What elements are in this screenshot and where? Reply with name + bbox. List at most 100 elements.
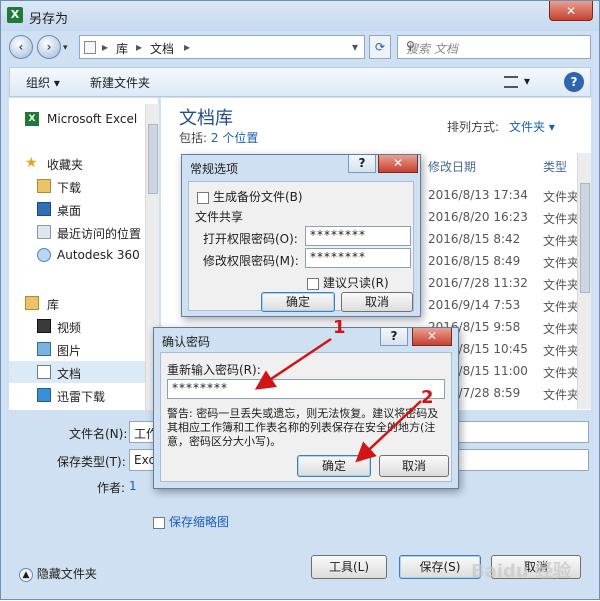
thumbnail-option[interactable]: 保存缩略图 <box>153 513 229 530</box>
confirm-cancel-button[interactable]: 取消 <box>379 455 449 477</box>
nav-item-label: 最近访问的位置 <box>57 227 142 241</box>
reenter-password-label: 重新输入密码(R): <box>167 363 261 377</box>
nav-item-library[interactable]: 库 <box>9 292 149 314</box>
star-icon: ★ <box>25 155 38 171</box>
nav-item-label: 收藏夹 <box>47 158 84 172</box>
confirm-ok-button[interactable]: 确定 <box>297 455 371 477</box>
modify-password-label: 修改权限密码(M): <box>203 254 299 268</box>
includes-locations-link[interactable]: 2 个位置 <box>211 131 258 145</box>
row-date[interactable]: 2016/8/15 8:49 <box>428 254 520 268</box>
desktop-icon <box>37 202 51 216</box>
tools-button[interactable]: 工具(L) <box>311 555 387 579</box>
file-list-scroll-thumb[interactable] <box>580 183 590 293</box>
filetype-value: Exc <box>134 453 156 467</box>
row-date[interactable]: 2016/9/14 7:53 <box>428 298 520 312</box>
column-header-date[interactable]: 修改日期 <box>428 158 476 175</box>
cloud-icon <box>37 248 51 262</box>
command-toolbar: 组织 ▾ 新建文件夹 ▾ ? <box>9 67 591 97</box>
nav-item-documents[interactable]: 文档 <box>9 361 149 383</box>
window-close-button[interactable]: ✕ <box>549 1 593 21</box>
nav-item-videos[interactable]: 视频 <box>9 315 149 337</box>
dialog-body: 重新输入密码(R): ******** 警告: 密码一旦丢失或遗忘，则无法恢复。… <box>160 352 452 482</box>
sort-label: 排列方式: <box>447 120 500 134</box>
library-title: 文档库 <box>179 108 233 129</box>
dialog-close-button[interactable]: ✕ <box>412 328 452 346</box>
dialog-body: 生成备份文件(B) 文件共享 打开权限密码(O): ******** 修改权限密… <box>188 181 414 312</box>
backup-checkbox[interactable] <box>197 191 209 204</box>
nav-item-thunder[interactable]: 迅雷下载 <box>9 384 149 406</box>
search-input[interactable]: 搜索 文档 ⚲ <box>397 35 591 59</box>
document-icon <box>37 365 51 379</box>
dialog-title: 常规选项 <box>190 162 239 176</box>
row-date[interactable]: 2016/8/15 8:42 <box>428 232 520 246</box>
address-dropdown-icon[interactable]: ▾ <box>352 40 358 54</box>
row-type: 文件夹 <box>543 344 580 358</box>
nav-item-label: 视频 <box>57 321 82 335</box>
nav-item-excel[interactable]: X Microsoft Excel <box>9 108 149 130</box>
nav-item-desktop[interactable]: 桌面 <box>9 198 149 220</box>
confirm-password-field[interactable]: ******** <box>167 379 445 399</box>
recent-pages-dropdown[interactable]: ▾ <box>63 43 68 53</box>
nav-item-favorites[interactable]: ★ 收藏夹 <box>9 152 149 174</box>
help-icon[interactable]: ? <box>564 72 584 92</box>
dialog-help-button[interactable]: ? <box>380 328 408 346</box>
general-ok-button[interactable]: 确定 <box>261 292 335 312</box>
nav-item-pictures[interactable]: 图片 <box>9 338 149 360</box>
breadcrumb-library[interactable]: 库 <box>116 40 128 57</box>
modify-password-field[interactable]: ******** <box>305 248 411 268</box>
column-header-type[interactable]: 类型 <box>543 158 567 175</box>
thunder-icon <box>37 388 51 402</box>
backup-option[interactable]: 生成备份文件(B) <box>197 188 303 205</box>
folder-icon <box>84 41 96 54</box>
breadcrumb-documents[interactable]: 文档 <box>150 40 174 57</box>
open-password-label: 打开权限密码(O): <box>203 232 298 246</box>
breadcrumb-sep-icon: ▸ <box>184 40 191 54</box>
general-cancel-button[interactable]: 取消 <box>341 292 413 312</box>
readonly-checkbox[interactable] <box>307 277 319 290</box>
save-as-window: X 另存为 ✕ ‹ › ▾ ▸ 库 ▸ 文档 ▸ ▾ ⟳ 搜索 文档 ⚲ 组织 … <box>0 0 600 600</box>
row-type: 文件夹 <box>543 300 580 314</box>
author-value[interactable]: 1 <box>129 479 137 493</box>
annotation-marker-2: 2 <box>421 387 434 408</box>
hide-folders-toggle[interactable]: ▲ 隐藏文件夹 <box>19 565 97 582</box>
refresh-button[interactable]: ⟳ <box>369 35 391 59</box>
back-button[interactable]: ‹ <box>9 35 33 59</box>
thumbnail-checkbox[interactable] <box>153 516 165 529</box>
thumbnail-label: 保存缩略图 <box>169 515 230 529</box>
breadcrumb-sep-icon: ▸ <box>136 40 143 54</box>
nav-item-autodesk[interactable]: Autodesk 360 <box>9 244 149 266</box>
nav-item-downloads[interactable]: 下载 <box>9 175 149 197</box>
nav-item-label: 库 <box>47 298 60 312</box>
dialog-help-button[interactable]: ? <box>348 155 376 173</box>
annotation-marker-1: 1 <box>333 317 346 338</box>
row-date[interactable]: 2016/8/20 16:23 <box>428 210 528 224</box>
save-button[interactable]: 保存(S) <box>399 555 481 579</box>
breadcrumb-sep-icon: ▸ <box>102 40 109 54</box>
organize-menu[interactable]: 组织 ▾ <box>26 74 60 91</box>
picture-icon <box>37 342 51 356</box>
filename-label: 文件名(N): <box>69 427 128 441</box>
nav-item-label: Autodesk 360 <box>57 248 140 262</box>
library-icon <box>25 296 39 310</box>
readonly-option[interactable]: 建议只读(R) <box>307 274 389 291</box>
filetype-label: 保存类型(T): <box>57 455 126 469</box>
file-sharing-group: 文件共享 <box>195 210 244 224</box>
address-box[interactable]: ▸ 库 ▸ 文档 ▸ ▾ <box>79 35 365 59</box>
nav-scroll-thumb[interactable] <box>148 124 158 194</box>
confirm-password-dialog: 确认密码 ? ✕ 重新输入密码(R): ******** 警告: 密码一旦丢失或… <box>153 327 459 489</box>
row-date[interactable]: 2016/7/28 11:32 <box>428 276 528 290</box>
new-folder-button[interactable]: 新建文件夹 <box>90 74 150 91</box>
includes-label: 包括: <box>179 131 208 145</box>
nav-item-recent[interactable]: 最近访问的位置 <box>9 221 149 243</box>
file-list-scrollbar[interactable] <box>577 153 591 409</box>
hide-folders-label: 隐藏文件夹 <box>36 567 97 581</box>
view-options-icon[interactable] <box>504 76 518 88</box>
forward-button[interactable]: › <box>37 35 61 59</box>
view-dropdown-icon[interactable]: ▾ <box>524 74 530 88</box>
open-password-field[interactable]: ******** <box>305 226 411 246</box>
dialog-close-button[interactable]: ✕ <box>378 155 418 173</box>
baidu-watermark: Baidu 经验 <box>471 561 572 582</box>
recent-places-icon <box>37 225 51 239</box>
row-date[interactable]: 2016/8/13 17:34 <box>428 188 528 202</box>
sort-dropdown[interactable]: 文件夹 ▾ <box>509 118 555 135</box>
